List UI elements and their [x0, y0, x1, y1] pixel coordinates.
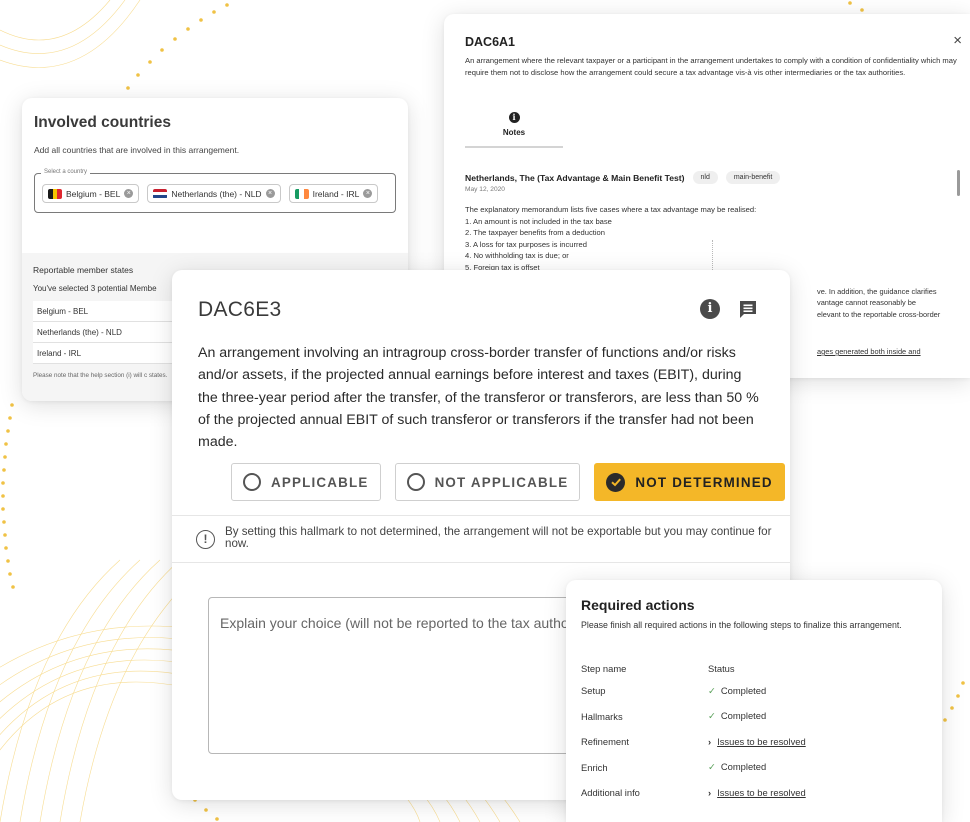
- warning-icon: !: [196, 530, 215, 549]
- involved-countries-subtitle: Add all countries that are involved in t…: [34, 145, 240, 155]
- belgium-flag-icon: [48, 188, 62, 199]
- table-row: Refinement › Issues to be resolved: [581, 729, 806, 755]
- note-line: elevant to the reportable cross-border: [817, 309, 941, 319]
- note-body: The explanatory memorandum lists five ca…: [465, 204, 775, 274]
- step-name: Hallmarks: [581, 710, 623, 722]
- remove-chip-icon[interactable]: ×: [124, 189, 134, 198]
- issues-link[interactable]: Issues to be resolved: [717, 787, 806, 798]
- applicability-options: APPLICABLE NOT APPLICABLE NOT DETERMINED: [231, 463, 785, 501]
- note-line: ve. In addition, the guidance clarifies: [817, 287, 937, 296]
- status-header: Status: [708, 662, 735, 674]
- check-icon: ✓: [708, 761, 716, 773]
- not-applicable-option[interactable]: NOT APPLICABLE: [394, 463, 581, 501]
- step-name: Refinement: [581, 736, 629, 748]
- warning-text: By setting this hallmark to not determin…: [225, 526, 772, 550]
- help-note: Please note that the help section (i) wi…: [33, 372, 168, 379]
- country-chip-netherlands[interactable]: Netherlands (the) - NLD ×: [147, 184, 281, 203]
- country-select-field[interactable]: Select a country Belgium - BEL × Netherl…: [34, 169, 396, 213]
- not-determined-option[interactable]: NOT DETERMINED: [594, 463, 785, 501]
- table-header: Step name Status: [581, 658, 806, 678]
- divider: [172, 562, 790, 563]
- required-actions-card: Required actions Please finish all requi…: [566, 580, 942, 822]
- country-chip-label: Belgium - BEL: [66, 188, 121, 199]
- step-status: ✓ Completed: [708, 704, 806, 730]
- note-line: vantage cannot reasonably be: [817, 298, 917, 308]
- ireland-flag-icon: [294, 188, 309, 199]
- scrollbar[interactable]: [957, 170, 960, 196]
- radio-icon: [406, 473, 425, 491]
- not-applicable-label: NOT APPLICABLE: [434, 474, 569, 490]
- table-row: Setup ✓ Completed: [581, 678, 806, 704]
- country-chip-belgium[interactable]: Belgium - BEL ×: [42, 184, 140, 203]
- divider: [172, 515, 790, 516]
- info-icon[interactable]: i: [700, 299, 720, 319]
- explanation-textarea[interactable]: Explain your choice (will not be reporte…: [208, 597, 628, 754]
- country-chip-ireland[interactable]: Ireland - IRL ×: [288, 184, 379, 203]
- status-text: Completed: [720, 710, 767, 722]
- step-status: ✓ Completed: [708, 755, 806, 781]
- info-icon: i: [508, 112, 520, 123]
- step-name-header: Step name: [581, 662, 627, 674]
- check-circle-icon: [606, 472, 626, 492]
- chevron-right-icon: ›: [708, 787, 712, 799]
- note-tag: nld: [692, 171, 718, 184]
- step-name: Setup: [581, 685, 606, 697]
- note-line: 4. No withholding tax is due; or: [465, 251, 569, 261]
- remove-chip-icon[interactable]: ×: [363, 189, 373, 198]
- step-status: › Issues to be resolved: [708, 729, 806, 755]
- step-status: ✓ Completed: [708, 678, 806, 704]
- table-row: Additional info › Issues to be resolved: [581, 780, 806, 806]
- status-text: Completed: [720, 761, 767, 773]
- note-date: May 12, 2020: [465, 186, 505, 193]
- step-name: Enrich: [581, 761, 608, 773]
- table-row: Enrich ✓ Completed: [581, 755, 806, 781]
- check-icon: ✓: [708, 710, 716, 722]
- note-line: 2. The taxpayer benefits from a deductio…: [465, 228, 606, 238]
- required-actions-title: Required actions: [581, 597, 695, 613]
- status-text: Completed: [720, 684, 767, 696]
- note-header: Netherlands, The (Tax Advantage & Main B…: [465, 171, 781, 184]
- warning-message: ! By setting this hallmark to not determ…: [196, 526, 785, 550]
- required-actions-subtitle: Please finish all required actions in th…: [581, 620, 902, 630]
- note-link[interactable]: ages generated both inside and: [817, 347, 921, 356]
- applicable-option[interactable]: APPLICABLE: [231, 463, 381, 501]
- step-name: Additional info: [581, 787, 640, 799]
- note-line: 1. An amount is not included in the tax …: [465, 216, 612, 226]
- netherlands-flag-icon: [153, 188, 168, 199]
- table-row: Hallmarks ✓ Completed: [581, 704, 806, 730]
- issues-link[interactable]: Issues to be resolved: [717, 736, 806, 747]
- country-select-label: Select a country: [41, 169, 91, 175]
- notes-icon[interactable]: [737, 298, 759, 320]
- not-determined-label: NOT DETERMINED: [635, 474, 773, 490]
- note-line: 3. A loss for tax purposes is incurred: [465, 239, 587, 249]
- dac6a1-title: DAC6A1: [465, 35, 516, 49]
- involved-countries-title: Involved countries: [34, 114, 171, 131]
- tab-notes[interactable]: i Notes: [465, 106, 563, 148]
- note-tag: main-benefit: [725, 171, 781, 184]
- required-actions-table: Step name Status Setup ✓ Completed Hallma…: [581, 658, 806, 806]
- dac6a1-description: An arrangement where the relevant taxpay…: [465, 56, 957, 77]
- remove-chip-icon[interactable]: ×: [265, 189, 275, 198]
- note-body-continued: ve. In addition, the guidance clarifies …: [817, 286, 967, 320]
- close-icon[interactable]: ×: [953, 32, 962, 49]
- chevron-right-icon: ›: [708, 736, 712, 748]
- radio-icon: [243, 473, 261, 491]
- check-icon: ✓: [708, 684, 716, 696]
- dac6e3-description: An arrangement involving an intragroup c…: [198, 345, 759, 451]
- note-title: Netherlands, The (Tax Advantage & Main B…: [465, 172, 685, 183]
- dac6e3-title: DAC6E3: [198, 298, 282, 321]
- country-chip-label: Netherlands (the) - NLD: [171, 188, 262, 199]
- country-chip-label: Ireland - IRL: [312, 188, 360, 199]
- tab-notes-label: Notes: [502, 128, 526, 137]
- applicable-label: APPLICABLE: [271, 474, 369, 490]
- step-status: › Issues to be resolved: [708, 780, 806, 806]
- note-line: The explanatory memorandum lists five ca…: [465, 205, 757, 214]
